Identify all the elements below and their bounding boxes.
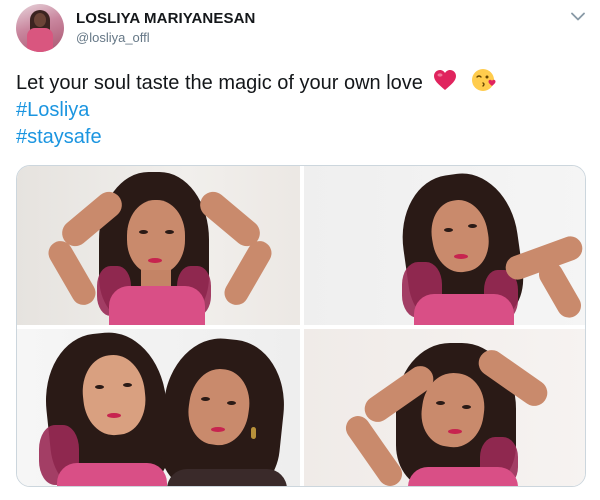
arm xyxy=(534,258,585,322)
lips xyxy=(448,429,462,434)
tweet-menu-button[interactable] xyxy=(568,8,588,24)
eye xyxy=(165,230,174,234)
heart-emoji xyxy=(433,69,457,99)
earring xyxy=(251,427,256,439)
tweet-text: Let your soul taste the magic of your ow… xyxy=(16,68,586,151)
avatar[interactable] xyxy=(16,4,64,52)
hashtag-link-losliya[interactable]: #Losliya xyxy=(16,97,89,124)
tweet-text-line: Let your soul taste the magic of your ow… xyxy=(16,68,586,99)
hashtag-line-2: #staysafe xyxy=(16,124,586,151)
photo-3[interactable] xyxy=(17,329,300,486)
user-handle[interactable]: @losliya_offl xyxy=(76,30,150,45)
lips xyxy=(211,427,225,432)
hashtag-line-1: #Losliya xyxy=(16,97,586,124)
eye xyxy=(436,401,445,405)
lips xyxy=(107,413,121,418)
avatar-body xyxy=(27,28,53,52)
tweet-card: LOSLIYA MARIYANESAN @losliya_offl Let yo… xyxy=(0,0,600,500)
lips xyxy=(148,258,162,263)
display-name[interactable]: LOSLIYA MARIYANESAN xyxy=(76,10,255,27)
arm xyxy=(44,236,100,310)
chevron-down-icon xyxy=(571,12,585,20)
eye xyxy=(227,401,236,405)
eye xyxy=(139,230,148,234)
photo-4[interactable] xyxy=(304,329,585,486)
top xyxy=(57,463,167,486)
eye xyxy=(201,397,210,401)
eye xyxy=(123,383,132,387)
avatar-face xyxy=(34,13,46,27)
eye xyxy=(468,224,477,228)
top xyxy=(414,294,514,325)
eye xyxy=(444,228,453,232)
photo-1[interactable] xyxy=(17,166,300,325)
hashtag-link-staysafe[interactable]: #staysafe xyxy=(16,124,102,151)
top xyxy=(109,286,205,325)
eye xyxy=(95,385,104,389)
lips xyxy=(454,254,468,259)
face-blowing-kiss-emoji xyxy=(471,67,497,101)
top xyxy=(408,467,518,486)
arm xyxy=(220,236,276,310)
eye xyxy=(462,405,471,409)
photo-2[interactable] xyxy=(304,166,585,325)
top xyxy=(167,469,287,486)
tweet-text-main: Let your soul taste the magic of your ow… xyxy=(16,72,423,94)
media-grid xyxy=(16,165,586,487)
